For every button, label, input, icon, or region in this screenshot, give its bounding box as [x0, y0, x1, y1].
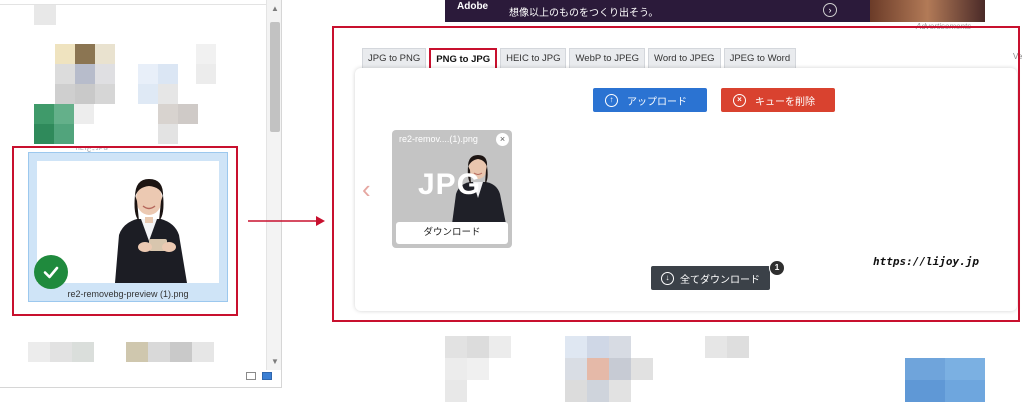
blurred-thumbnail	[158, 104, 178, 124]
blurred-thumbnail	[158, 64, 178, 84]
blurred-content	[587, 358, 609, 380]
blurred-content	[905, 358, 945, 380]
blurred-thumbnail	[34, 124, 54, 144]
tab-jpg-to-png[interactable]: JPG to PNG	[362, 48, 427, 68]
blurred-thumbnail	[55, 44, 75, 64]
blurred-thumbnail	[54, 104, 74, 124]
scrollbar-thumb[interactable]	[270, 22, 280, 132]
queue-count-badge: 1	[769, 260, 785, 276]
blurred-thumbnail	[178, 104, 198, 124]
tab-webp-to-jpeg[interactable]: WebP to JPEG	[569, 48, 646, 68]
blurred-content	[609, 380, 631, 402]
blurred-content	[489, 336, 511, 358]
ad-text: 想像以上のものをつくり出そう。	[509, 8, 659, 19]
output-format-label: JPG	[418, 168, 482, 201]
close-circle-icon: ×	[733, 93, 746, 107]
tab-jpeg-to-word[interactable]: JPEG to Word	[723, 48, 797, 68]
scroll-up-icon[interactable]: ▲	[267, 2, 281, 16]
blurred-content	[609, 336, 631, 358]
partial-side-text: Ve	[1013, 52, 1023, 61]
blurred-thumbnail	[34, 5, 56, 25]
blurred-thumbnail	[148, 342, 170, 362]
upload-button-label: アップロード	[627, 96, 687, 108]
tab-heic-to-jpg[interactable]: HEIC to JPG	[500, 48, 567, 68]
arrow-up-circle-icon: ↑	[605, 93, 618, 107]
blurred-thumbnail	[55, 64, 75, 84]
chevron-left-icon[interactable]: ‹	[362, 176, 371, 202]
arrow-down-circle-icon: ↓	[661, 271, 674, 285]
blurred-thumbnail	[196, 64, 216, 84]
blurred-content	[467, 336, 489, 358]
clear-queue-button-label: キューを削除	[755, 96, 815, 108]
blurred-content	[565, 358, 587, 380]
remove-file-icon[interactable]: ×	[496, 133, 509, 146]
blurred-thumbnail	[95, 64, 115, 84]
blurred-content	[445, 358, 467, 380]
blurred-thumbnail	[138, 64, 158, 84]
blurred-content	[565, 380, 587, 402]
blurred-thumbnail	[126, 342, 148, 362]
blurred-thumbnail	[75, 64, 95, 84]
blurred-content	[727, 336, 749, 358]
scroll-down-icon[interactable]: ▼	[267, 355, 281, 369]
blurred-content	[945, 358, 985, 380]
queued-file-card: re2-remov....(1).png × JPG ダウンロード	[392, 130, 512, 248]
blurred-content	[445, 336, 467, 358]
file-explorer-panel: ᴴᴱᴵᴄ-ᴶᴾᴳ re2-removebg-preview (1).png ▲ …	[0, 0, 282, 388]
download-all-label: 全てダウンロード	[680, 274, 760, 286]
ad-banner[interactable]: Adobe 想像以上のものをつくり出そう。 ›	[445, 0, 985, 22]
selected-file-name: re2-removebg-preview (1).png	[67, 289, 189, 299]
tab-png-to-jpg[interactable]: PNG to JPG	[429, 48, 498, 68]
blurred-content	[445, 380, 467, 402]
blurred-content	[945, 380, 985, 402]
ad-label: Advertisements	[916, 22, 972, 31]
vertical-scrollbar[interactable]: ▲ ▼	[266, 0, 281, 370]
blurred-thumbnail	[138, 84, 158, 104]
selected-file-tile[interactable]: re2-removebg-preview (1).png	[28, 152, 228, 302]
blurred-thumbnail	[75, 44, 95, 64]
blurred-thumbnail	[95, 84, 115, 104]
blurred-thumbnail	[158, 84, 178, 104]
upload-button[interactable]: ↑ アップロード	[593, 88, 707, 112]
conversion-tabs: JPG to PNG PNG to JPG HEIC to JPG WebP t…	[362, 48, 797, 68]
blurred-thumbnail	[196, 44, 216, 64]
details-view-icon[interactable]	[246, 372, 256, 380]
blurred-content	[631, 358, 653, 380]
blurred-thumbnail	[75, 84, 95, 104]
blurred-content	[467, 358, 489, 380]
blurred-thumbnail	[74, 104, 94, 124]
file-download-button[interactable]: ダウンロード	[396, 222, 508, 244]
converter-card: ↑ アップロード × キューを削除 ‹ re2-remov....(1).png…	[355, 68, 1017, 311]
download-all-button[interactable]: ↓ 全てダウンロード	[651, 266, 770, 290]
blurred-content	[705, 336, 727, 358]
view-mode-toggles	[246, 372, 280, 384]
blurred-thumbnail	[55, 84, 75, 104]
ad-close-icon[interactable]: ›	[823, 3, 837, 17]
check-circle-icon	[34, 255, 68, 289]
ad-image	[870, 0, 985, 22]
blurred-thumbnail	[158, 124, 178, 144]
blurred-thumbnail	[192, 342, 214, 362]
blurred-thumbnail	[50, 342, 72, 362]
ad-brand: Adobe	[457, 1, 489, 12]
blurred-thumbnail	[34, 104, 54, 124]
blurred-content	[587, 380, 609, 402]
blurred-thumbnail	[170, 342, 192, 362]
arrow-right-icon	[248, 216, 325, 226]
blurred-thumbnail	[54, 124, 74, 144]
clear-queue-button[interactable]: × キューを削除	[721, 88, 835, 112]
blurred-content	[565, 336, 587, 358]
large-icons-view-icon[interactable]	[262, 372, 272, 380]
blurred-content	[905, 380, 945, 402]
queued-file-name: re2-remov....(1).png	[399, 134, 478, 144]
blurred-content	[609, 358, 631, 380]
blurred-thumbnail	[95, 44, 115, 64]
site-watermark: https://lijoy.jp	[873, 255, 979, 268]
tab-word-to-jpeg[interactable]: Word to JPEG	[648, 48, 721, 68]
blurred-thumbnail	[28, 342, 50, 362]
blurred-thumbnail	[72, 342, 94, 362]
blurred-content	[587, 336, 609, 358]
